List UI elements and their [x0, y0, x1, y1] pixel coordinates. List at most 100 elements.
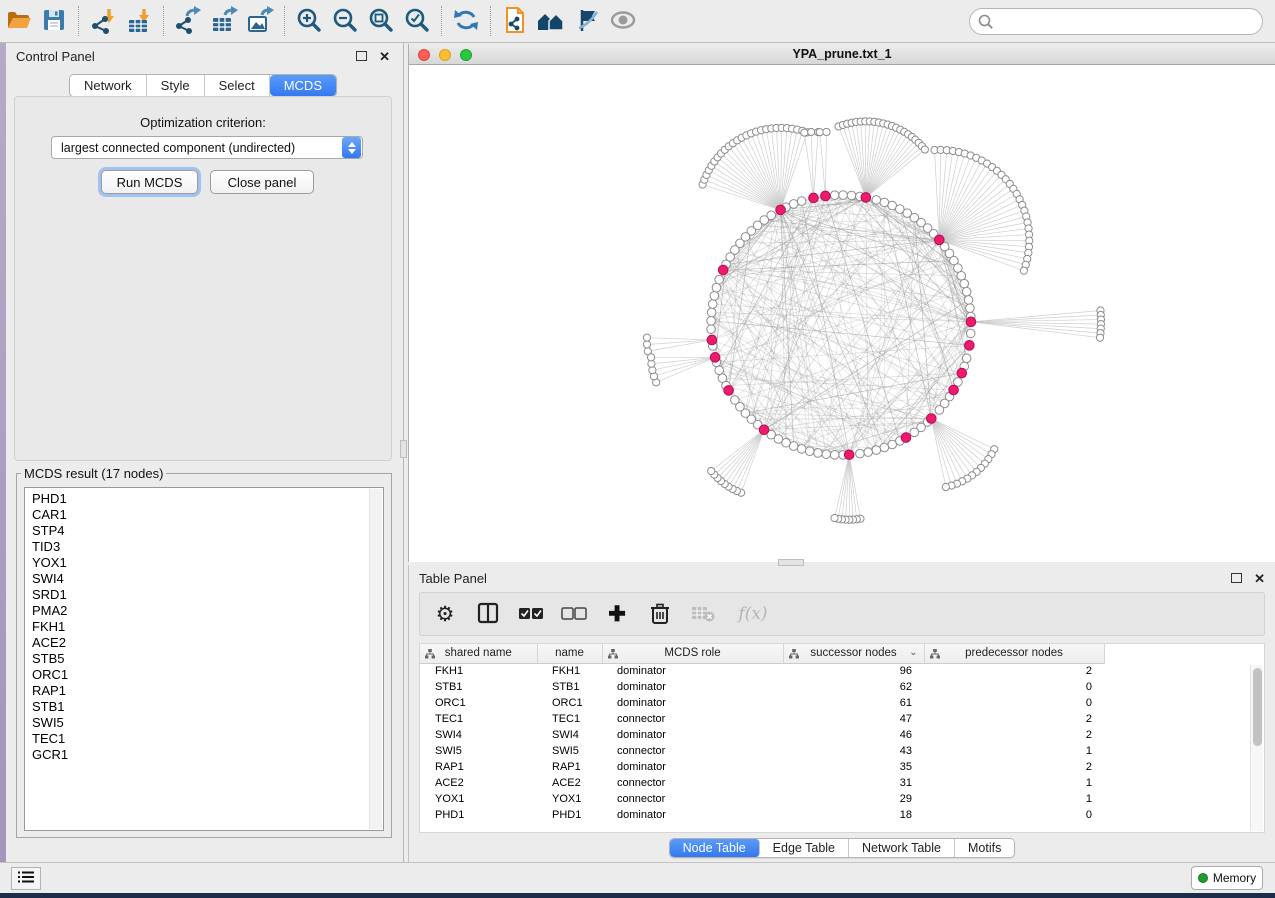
column-header-name[interactable]: name [537, 644, 602, 663]
cell-successor-nodes: 62 [783, 679, 924, 695]
tab-network-table[interactable]: Network Table [849, 839, 955, 857]
table-row[interactable]: YOX1YOX1connector291 [420, 791, 1104, 807]
network-window-titlebar[interactable]: YPA_prune.txt_1 [409, 44, 1275, 65]
table-row[interactable]: ORC1ORC1dominator610 [420, 695, 1104, 711]
open-session-button[interactable] [0, 3, 36, 39]
show-hide-panels-button[interactable] [605, 3, 641, 39]
memory-status-icon [1198, 873, 1208, 883]
column-visibility-button[interactable] [475, 601, 501, 627]
mcds-result-item[interactable]: RAP1 [25, 683, 383, 699]
table-panel-close-button[interactable]: ✕ [1254, 572, 1265, 585]
cell-predecessor-nodes: 1 [924, 791, 1104, 807]
column-header-MCDS-role[interactable]: MCDS role [602, 644, 783, 663]
window-zoom-traffic-light[interactable] [460, 49, 472, 61]
cell-shared-name: RAP1 [420, 759, 537, 775]
control-panel-close-button[interactable]: ✕ [379, 50, 390, 63]
close-panel-button[interactable]: Close panel [210, 170, 314, 194]
ring-node [707, 325, 716, 334]
zoom-in-button[interactable] [291, 3, 327, 39]
tab-motifs[interactable]: Motifs [955, 839, 1014, 857]
column-header-predecessor-nodes[interactable]: predecessor nodes [924, 644, 1104, 663]
zoom-selected-button[interactable] [399, 3, 435, 39]
zoom-in-icon [295, 6, 323, 37]
column-header-successor-nodes[interactable]: successor nodes⌄ [783, 644, 924, 663]
function-builder-button[interactable]: f(x) [733, 601, 773, 627]
control-panel-float-button[interactable] [356, 51, 379, 61]
import-network-button[interactable] [85, 3, 121, 39]
network-canvas[interactable] [409, 65, 1274, 561]
mcds-result-item[interactable]: ACE2 [25, 635, 383, 651]
table-row[interactable]: STB1STB1dominator620 [420, 679, 1104, 695]
scrollbar-thumb[interactable] [1253, 668, 1262, 746]
mcds-result-item[interactable]: SRD1 [25, 587, 383, 603]
task-history-button[interactable] [11, 867, 41, 890]
table-row[interactable]: SWI5SWI5connector431 [420, 743, 1104, 759]
memory-button[interactable]: Memory [1191, 866, 1263, 890]
zoom-fit-button[interactable] [363, 3, 399, 39]
mcds-result-item[interactable]: SWI5 [25, 715, 383, 731]
table-row[interactable]: ACE2ACE2connector311 [420, 775, 1104, 791]
mcds-list-scrollbar[interactable] [369, 489, 382, 829]
window-minimize-traffic-light[interactable] [439, 49, 451, 61]
mcds-result-item[interactable]: GCR1 [25, 747, 383, 763]
optimization-criterion-select[interactable]: largest connected component (undirected) [51, 136, 363, 159]
save-session-button[interactable] [36, 3, 72, 39]
table-options-gear-button[interactable]: ⚙ [432, 601, 458, 627]
splitter-grip[interactable] [400, 440, 407, 458]
tab-network[interactable]: Network [70, 75, 147, 96]
table-toolbar: ⚙ ✚ f(x) [419, 592, 1265, 636]
table-row[interactable]: SWI4SWI4dominator462 [420, 727, 1104, 743]
select-all-button[interactable] [518, 601, 544, 627]
search-input[interactable] [969, 8, 1263, 35]
style-flag-button[interactable] [569, 3, 605, 39]
horizontal-splitter[interactable] [778, 559, 804, 566]
tab-edge-table[interactable]: Edge Table [760, 839, 849, 857]
mcds-result-item[interactable]: TEC1 [25, 731, 383, 747]
column-header-shared-name[interactable]: shared name [420, 644, 537, 663]
mcds-result-title: MCDS result (17 nodes) [21, 466, 166, 481]
table-row[interactable]: FKH1FKH1dominator962 [420, 663, 1104, 679]
mcds-result-item[interactable]: PMA2 [25, 603, 383, 619]
ring-node [830, 451, 839, 460]
table-panel-float-button[interactable] [1231, 573, 1254, 583]
home-button[interactable] [533, 3, 569, 39]
mcds-result-item[interactable]: STP4 [25, 523, 383, 539]
export-image-button[interactable] [242, 3, 278, 39]
export-network-button[interactable] [170, 3, 206, 39]
table-scrollbar[interactable] [1250, 665, 1263, 831]
mcds-result-item[interactable]: STB5 [25, 651, 383, 667]
mcds-result-item[interactable]: PHD1 [25, 491, 383, 507]
zoom-out-button[interactable] [327, 3, 363, 39]
mcds-result-item[interactable]: STB1 [25, 699, 383, 715]
mcds-result-item[interactable]: YOX1 [25, 555, 383, 571]
delete-table-button[interactable] [690, 601, 716, 627]
tab-select[interactable]: Select [205, 75, 270, 96]
mcds-result-item[interactable]: TID3 [25, 539, 383, 555]
delete-column-button[interactable] [647, 601, 673, 627]
refresh-layout-button[interactable] [448, 3, 484, 39]
tab-style[interactable]: Style [147, 75, 205, 96]
leaf-node [921, 146, 928, 153]
mcds-result-item[interactable]: SWI4 [25, 571, 383, 587]
mcds-result-item[interactable]: CAR1 [25, 507, 383, 523]
leaf-node [643, 334, 650, 341]
import-table-button[interactable] [121, 3, 157, 39]
ring-node [830, 191, 839, 200]
vertical-splitter[interactable] [400, 43, 408, 862]
export-table-button[interactable] [206, 3, 242, 39]
window-close-traffic-light[interactable] [418, 49, 430, 61]
tab-mcds[interactable]: MCDS [270, 75, 336, 96]
run-mcds-button[interactable]: Run MCDS [101, 170, 198, 194]
open-session-file-button[interactable] [497, 3, 533, 39]
mcds-result-list[interactable]: PHD1CAR1STP4TID3YOX1SWI4SRD1PMA2FKH1ACE2… [24, 487, 384, 831]
table-row[interactable]: TEC1TEC1connector472 [420, 711, 1104, 727]
add-column-button[interactable]: ✚ [604, 601, 630, 627]
mcds-result-item[interactable]: ORC1 [25, 667, 383, 683]
deselect-all-button[interactable] [561, 601, 587, 627]
toolbar-separator [441, 6, 442, 36]
table-row[interactable]: RAP1RAP1dominator352 [420, 759, 1104, 775]
float-icon [356, 51, 367, 61]
tab-node-table[interactable]: Node Table [670, 839, 760, 857]
mcds-result-item[interactable]: FKH1 [25, 619, 383, 635]
table-row[interactable]: PHD1PHD1dominator180 [420, 807, 1104, 823]
